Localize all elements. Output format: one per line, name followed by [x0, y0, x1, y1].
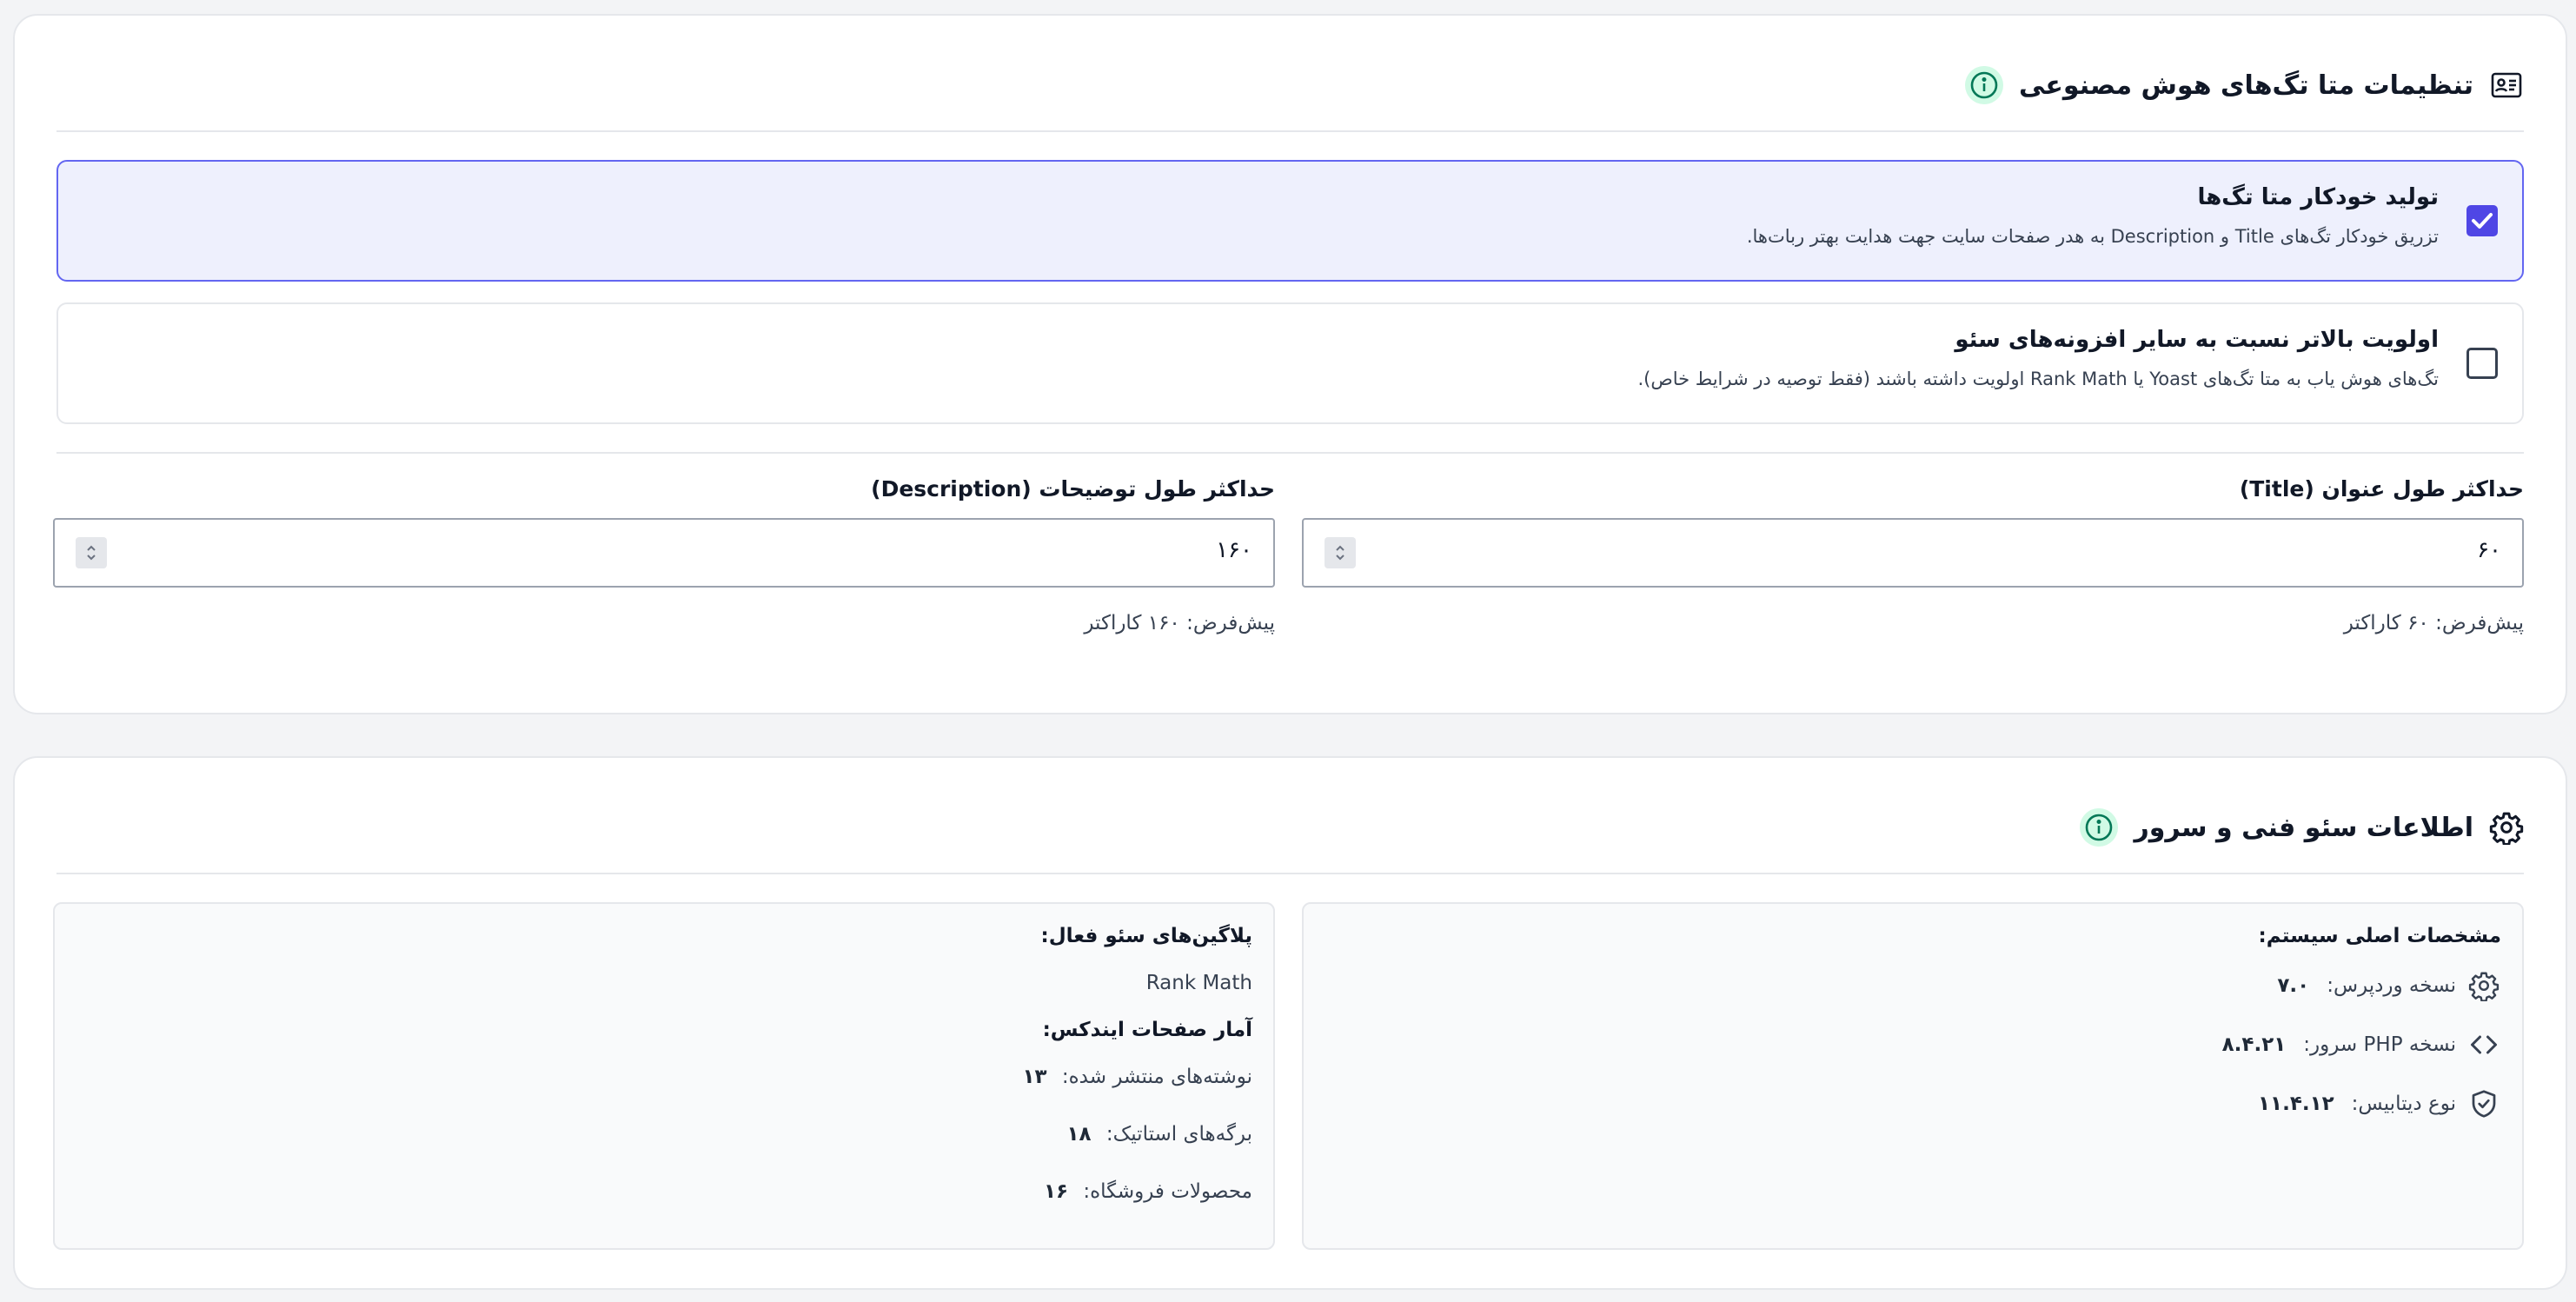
auto-generate-description: تزریق خودکار تگ‌های Title و Description …: [1746, 226, 2439, 247]
static-pages-value: ۱۸: [1066, 1123, 1092, 1146]
system-info-panel: مشخصات اصلی سیستم: نسخه وردپرس: ۷.۰ نسخه…: [1302, 902, 2524, 1250]
priority-title: اولویت بالاتر نسبت به سایر افزونه‌های سئ…: [1955, 327, 2439, 353]
active-plugin-name: Rank Math: [1145, 972, 1252, 994]
published-posts-row: نوشته‌های منتشر شده: ۱۳: [1022, 1066, 1252, 1088]
title-length-help: پیش‌فرض: ۶۰ کاراکتر: [2343, 612, 2524, 634]
database-type-value: ۱۱.۴.۱۲: [2258, 1093, 2334, 1115]
seo-plugins-panel: پلاگین‌های سئو فعال: Rank Math آمار صفحا…: [53, 902, 1275, 1250]
meta-settings-card: تنظیمات متا تگ‌های هوش مصنوعی تولید خودک…: [13, 14, 2567, 714]
info-icon[interactable]: [1965, 66, 2004, 104]
store-products-value: ۱۶: [1043, 1180, 1069, 1203]
tech-seo-card: اطلاعات سئو فنی و سرور مشخصات اصلی سیستم…: [13, 756, 2567, 1290]
title-length-value: ۶۰: [2477, 537, 2501, 563]
auto-generate-checkbox[interactable]: [2466, 205, 2498, 236]
php-version-row: نسخه PHP سرور: ۸.۴.۲۱: [2222, 1027, 2501, 1062]
shield-icon: [2466, 1086, 2501, 1121]
code-icon: [2466, 1027, 2501, 1062]
static-pages-row: برگه‌های استاتیک: ۱۸: [1067, 1123, 1253, 1146]
database-type-row: نوع دیتابیس: ۱۱.۴.۱۲: [2258, 1086, 2501, 1121]
seo-plugins-heading: پلاگین‌های سئو فعال:: [1040, 925, 1253, 947]
auto-generate-title: تولید خودکار متا تگ‌ها: [2197, 184, 2440, 210]
published-posts-label: نوشته‌های منتشر شده:: [1061, 1066, 1252, 1088]
wordpress-version-value: ۷.۰: [2277, 974, 2310, 997]
description-length-value: ۱۶۰: [1216, 537, 1252, 563]
wordpress-version-label: نسخه وردپرس:: [2327, 974, 2456, 997]
description-length-input[interactable]: ۱۶۰: [53, 518, 1275, 588]
php-version-value: ۸.۴.۲۱: [2221, 1033, 2287, 1056]
system-info-heading: مشخصات اصلی سیستم:: [2258, 925, 2501, 947]
gear-icon: [2489, 810, 2524, 845]
priority-description: تگ‌های هوش یاب به متا تگ‌های Yoast یا Ra…: [1637, 369, 2439, 389]
title-length-input[interactable]: ۶۰: [1302, 518, 2524, 588]
static-pages-label: برگه‌های استاتیک:: [1105, 1123, 1252, 1146]
title-length-stepper[interactable]: [1325, 537, 1356, 568]
published-posts-value: ۱۳: [1022, 1066, 1047, 1088]
section-title: اطلاعات سئو فنی و سرور: [2134, 812, 2473, 843]
id-card-icon: [2489, 68, 2524, 103]
store-products-row: محصولات فروشگاه: ۱۶: [1044, 1180, 1252, 1203]
header-divider: [56, 873, 2524, 874]
page-title: تنظیمات متا تگ‌های هوش مصنوعی: [2019, 70, 2473, 101]
options-divider: [56, 452, 2524, 454]
database-type-label: نوع دیتابیس:: [2351, 1093, 2456, 1115]
meta-settings-header: تنظیمات متا تگ‌های هوش مصنوعی: [1965, 61, 2524, 110]
priority-option[interactable]: اولویت بالاتر نسبت به سایر افزونه‌های سئ…: [56, 302, 2524, 424]
header-divider: [56, 130, 2524, 132]
tech-seo-header: اطلاعات سئو فنی و سرور: [2080, 803, 2524, 852]
info-icon[interactable]: [2080, 808, 2119, 847]
php-version-label: نسخه PHP سرور:: [2303, 1033, 2456, 1056]
description-length-help: پیش‌فرض: ۱۶۰ کاراکتر: [1084, 612, 1275, 634]
auto-generate-option[interactable]: تولید خودکار متا تگ‌ها تزریق خودکار تگ‌ه…: [56, 160, 2524, 282]
description-length-label: حداکثر طول توضیحات (Description): [871, 476, 1275, 502]
gear-icon: [2466, 968, 2501, 1003]
index-stats-heading: آمار صفحات ایندکس:: [1042, 1019, 1252, 1041]
store-products-label: محصولات فروشگاه:: [1083, 1180, 1252, 1203]
description-length-stepper[interactable]: [76, 537, 107, 568]
wordpress-version-row: نسخه وردپرس: ۷.۰: [2277, 968, 2501, 1003]
title-length-label: حداکثر طول عنوان (Title): [2239, 476, 2524, 502]
priority-checkbox[interactable]: [2466, 348, 2498, 379]
